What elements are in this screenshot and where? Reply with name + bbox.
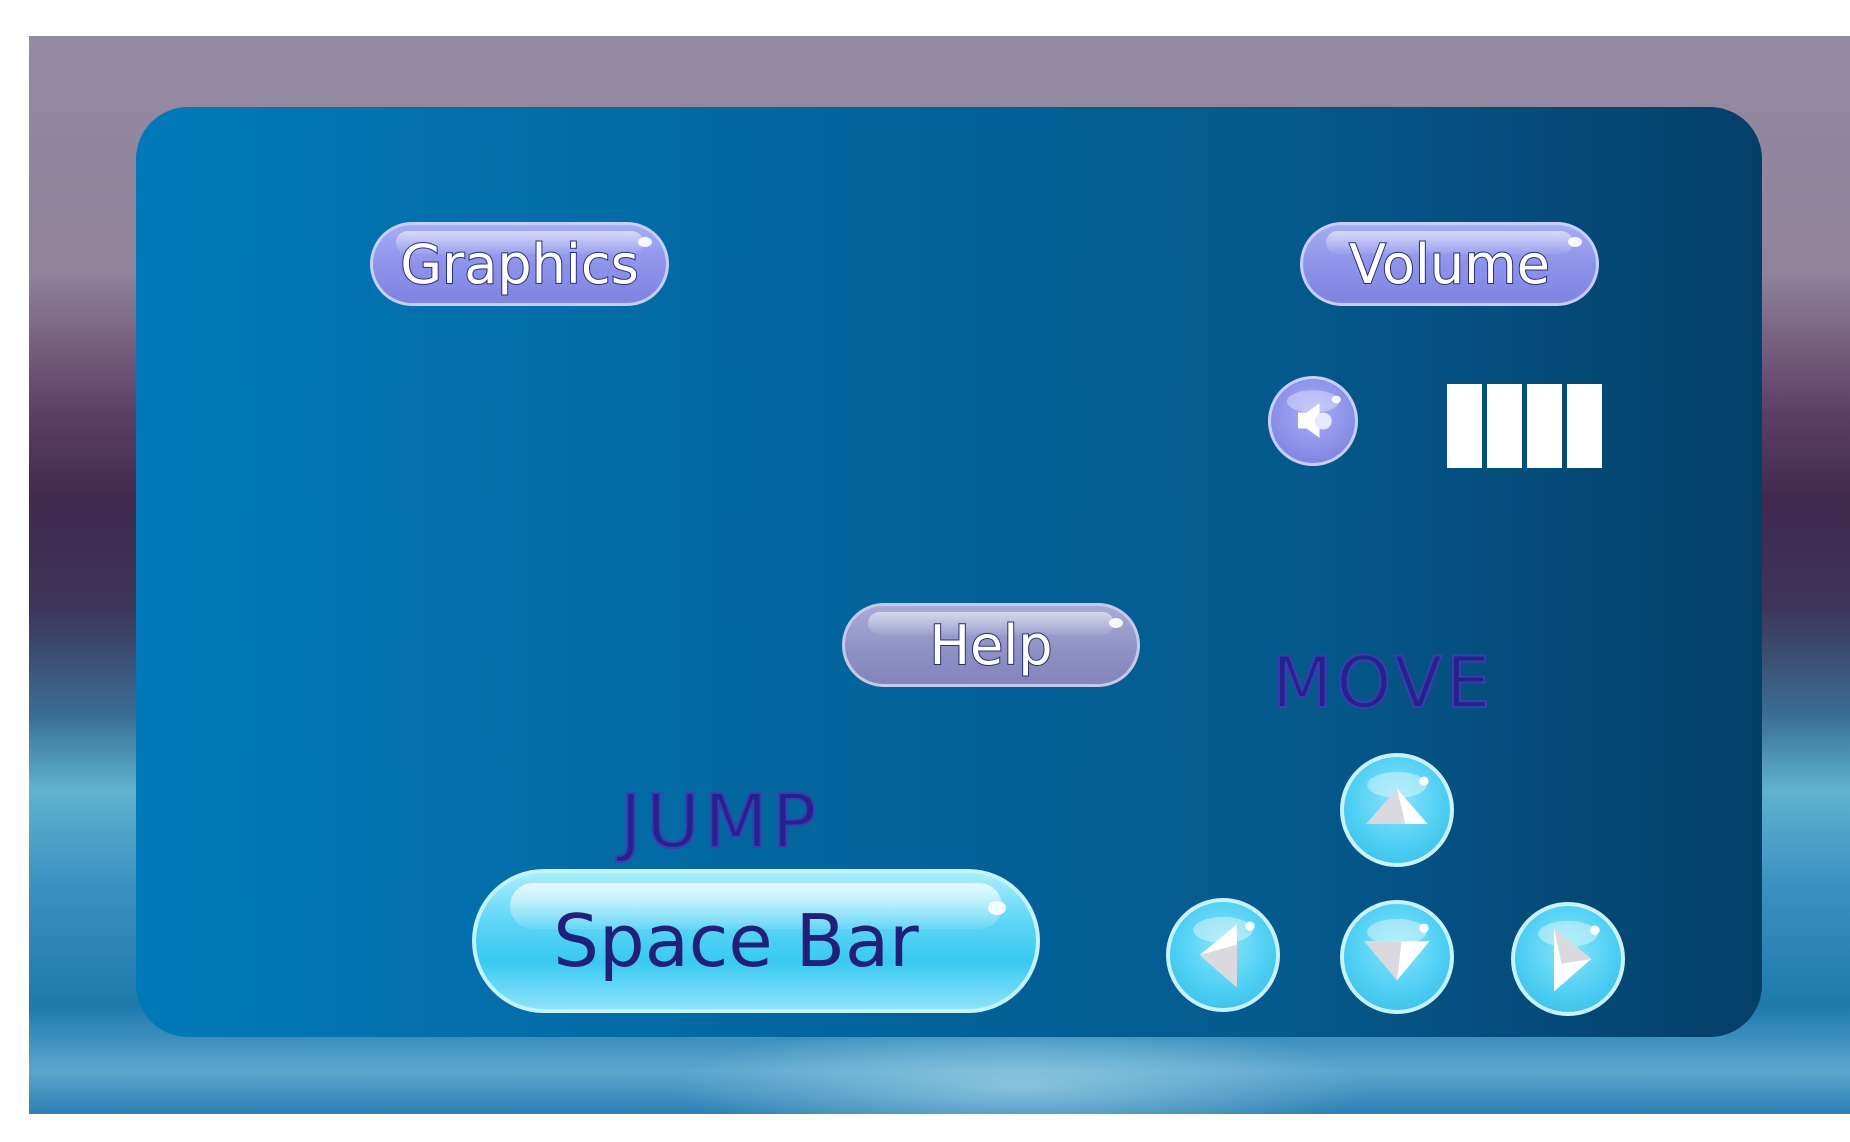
button-sparkle bbox=[1568, 237, 1582, 247]
graphics-button-label: Graphics bbox=[399, 232, 639, 297]
volume-level-bars bbox=[1447, 384, 1602, 468]
help-button-label: Help bbox=[928, 613, 1053, 678]
arrow-left-button[interactable] bbox=[1166, 898, 1280, 1012]
arrow-left-icon bbox=[1193, 916, 1255, 988]
button-sparkle bbox=[988, 901, 1006, 915]
volume-button-label: Volume bbox=[1348, 232, 1551, 297]
arrow-down-icon bbox=[1364, 918, 1430, 981]
volume-button[interactable]: Volume bbox=[1300, 222, 1599, 306]
button-sparkle bbox=[638, 237, 652, 247]
button-sparkle bbox=[1109, 618, 1123, 628]
arrow-down-button[interactable] bbox=[1340, 900, 1454, 1014]
speaker-icon[interactable] bbox=[1268, 376, 1358, 466]
arrow-right-icon bbox=[1538, 920, 1600, 992]
arrow-up-icon bbox=[1366, 771, 1429, 824]
move-heading: MOVE bbox=[1271, 641, 1495, 725]
arrow-up-button[interactable] bbox=[1340, 753, 1454, 867]
volume-bar[interactable] bbox=[1567, 384, 1602, 468]
help-button[interactable]: Help bbox=[842, 603, 1140, 687]
graphics-button[interactable]: Graphics bbox=[370, 222, 669, 306]
speaker-icon-graphic bbox=[1286, 390, 1341, 438]
jump-heading: JUMP bbox=[619, 778, 821, 866]
volume-bar[interactable] bbox=[1447, 384, 1482, 468]
space-bar-button[interactable]: Space Bar bbox=[472, 869, 1040, 1013]
volume-bar[interactable] bbox=[1527, 384, 1562, 468]
arrow-right-button[interactable] bbox=[1511, 902, 1625, 1016]
volume-bar[interactable] bbox=[1487, 384, 1522, 468]
space-bar-label: Space Bar bbox=[553, 899, 919, 983]
